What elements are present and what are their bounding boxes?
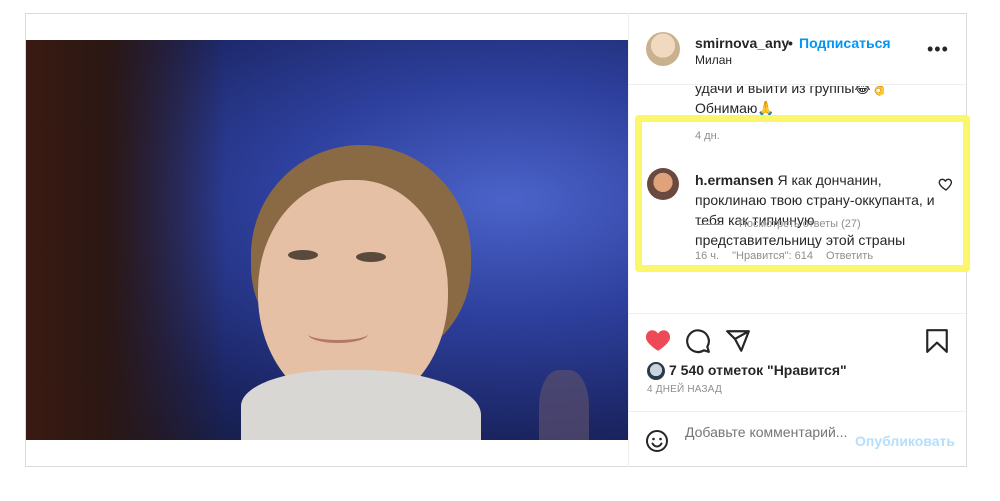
photo-eye-right xyxy=(356,252,386,262)
photo-eye-left xyxy=(288,250,318,260)
comment-like-icon[interactable] xyxy=(938,176,954,192)
photo-smile xyxy=(308,325,368,343)
comment-icon[interactable] xyxy=(685,328,711,354)
post-location[interactable]: Милан xyxy=(695,53,732,67)
comment-body: h.ermansen Я как дончанин, проклинаю тво… xyxy=(695,170,935,250)
commenter-username[interactable]: h.ermansen xyxy=(695,172,774,188)
likes-count-label: 7 540 отметок "Нравится" xyxy=(669,362,847,378)
add-comment-bar: Опубликовать xyxy=(629,411,968,467)
header-separator: • xyxy=(788,35,793,51)
replies-divider-line xyxy=(699,223,723,225)
comment-time: 16 ч. xyxy=(695,250,720,262)
post-header: smirnova_any • Подписаться Милан ••• xyxy=(629,13,968,85)
photo-fencing-jacket xyxy=(241,370,481,440)
bookmark-icon[interactable] xyxy=(925,328,949,354)
follow-button[interactable]: Подписаться xyxy=(799,35,891,51)
author-username[interactable]: smirnova_any xyxy=(695,35,789,51)
view-replies-button[interactable]: Посмотреть ответы (27) xyxy=(699,218,861,230)
comment-likes[interactable]: "Нравится": 614 xyxy=(732,250,813,262)
publish-button[interactable]: Опубликовать xyxy=(855,433,955,449)
previous-comment-time: 4 дн. xyxy=(695,130,720,142)
post-timestamp: 4 ДНЕЙ НАЗАД xyxy=(647,384,722,395)
photo-background xyxy=(26,40,226,440)
comment-meta: 16 ч. "Нравится": 614 Ответить xyxy=(695,250,883,262)
view-replies-label: Посмотреть ответы (27) xyxy=(739,218,861,230)
commenter-avatar[interactable] xyxy=(647,168,679,200)
photo-background-person xyxy=(539,370,589,440)
emoji-icon[interactable] xyxy=(645,429,669,453)
more-icon[interactable]: ••• xyxy=(927,39,949,60)
comment-input[interactable] xyxy=(685,423,855,459)
comments-list[interactable]: удачи и выйти из группы😂👌 Обнимаю🙏 4 дн.… xyxy=(629,86,968,314)
post-side-panel: smirnova_any • Подписаться Милан ••• уда… xyxy=(628,13,968,467)
reply-button[interactable]: Ответить xyxy=(826,250,873,262)
heart-icon[interactable] xyxy=(645,328,671,352)
post-photo[interactable] xyxy=(26,40,629,440)
previous-comment-text: удачи и выйти из группы😂👌 Обнимаю🙏 xyxy=(695,86,889,116)
liker-avatar xyxy=(647,362,665,381)
likes-count[interactable]: 7 540 отметок "Нравится" xyxy=(647,362,847,381)
share-icon[interactable] xyxy=(725,328,751,354)
author-avatar[interactable] xyxy=(646,32,680,66)
